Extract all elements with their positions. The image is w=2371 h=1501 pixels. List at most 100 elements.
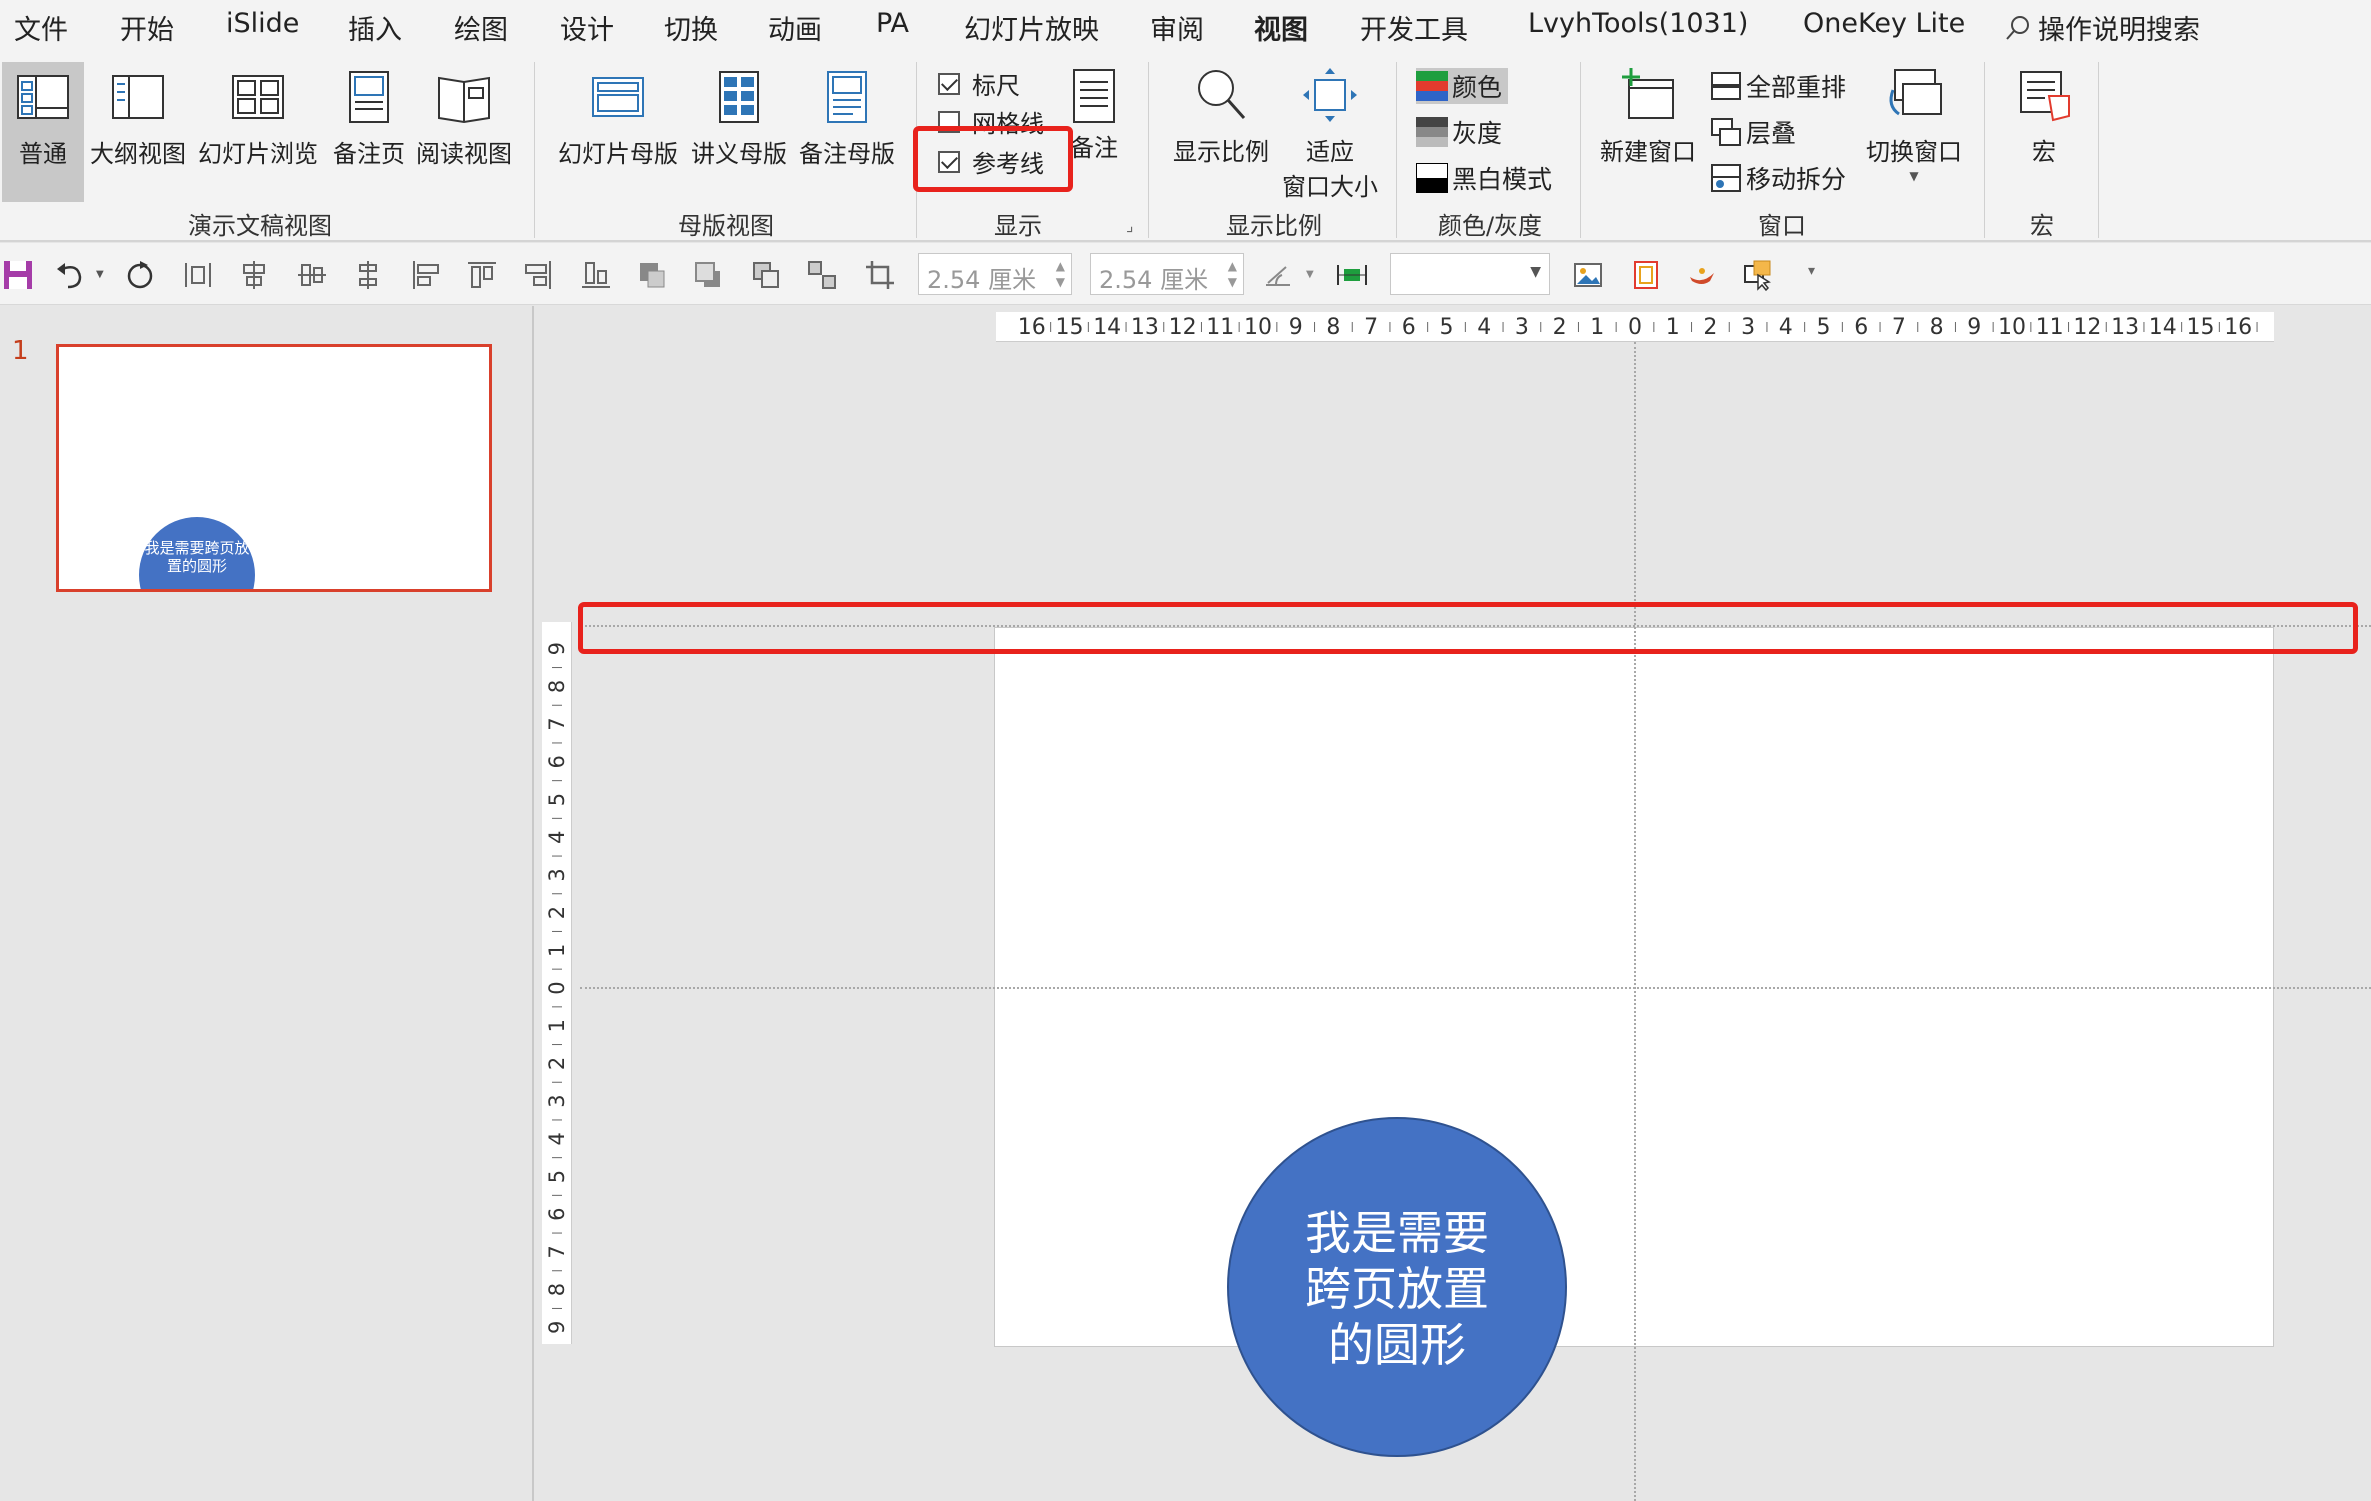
grayscale-button[interactable]: 灰度	[1416, 114, 1502, 150]
font-combo[interactable]: ▼	[1390, 253, 1550, 295]
align-bottom-icon[interactable]	[580, 259, 612, 291]
tab-transitions[interactable]: 切换	[664, 8, 718, 47]
tab-file[interactable]: 文件	[14, 8, 68, 47]
reading-view-button[interactable]: 阅读视图	[414, 68, 514, 169]
shape-outline-icon[interactable]	[1630, 259, 1662, 291]
tab-pa[interactable]: PA	[876, 8, 909, 39]
reading-view-label: 阅读视图	[416, 140, 512, 168]
reading-view-icon	[438, 76, 490, 124]
size-position-icon[interactable]	[1336, 259, 1368, 291]
notes-master-icon	[827, 71, 867, 123]
customize-toolbar-icon[interactable]: ▾	[1808, 263, 1815, 279]
new-window-label: 新建窗口	[1600, 138, 1696, 166]
tab-insert[interactable]: 插入	[348, 8, 402, 47]
ruler-tick-label: 2	[545, 906, 569, 919]
tab-draw[interactable]: 绘图	[454, 8, 508, 47]
spinner-arrows-icon[interactable]: ▲ ▼	[1228, 258, 1237, 290]
spinner-arrows-icon[interactable]: ▲ ▼	[1056, 258, 1065, 290]
zoom-label: 显示比例	[1173, 138, 1269, 166]
ruler-tick-label: 6	[545, 755, 569, 768]
dialog-launcher-icon[interactable]: ⌟	[1126, 216, 1134, 235]
normal-view-button[interactable]: 普通	[2, 62, 84, 202]
redo-icon[interactable]	[124, 259, 156, 291]
align-right-icon[interactable]	[522, 259, 554, 291]
group-label-color: 颜色/灰度	[1437, 212, 1543, 240]
distribute-horizontally-icon[interactable]	[182, 259, 214, 291]
distribute-vertically-icon[interactable]	[352, 259, 384, 291]
ruler-tick-label: 3	[545, 868, 569, 881]
tab-home[interactable]: 开始	[120, 8, 174, 47]
switch-window-button[interactable]: 切换窗口 ▼	[1862, 66, 1966, 183]
tab-animations[interactable]: 动画	[768, 8, 822, 47]
slide-sorter-label: 幻灯片浏览	[198, 140, 318, 168]
color-button[interactable]: 颜色	[1416, 68, 1509, 104]
horizontal-ruler[interactable]: 16 15 14 13 12 11 10 9 8 7 6 5 4 3 2 1 0 1 2 3 4 5 6 7 8 9 10 11 12 1…	[996, 312, 2274, 342]
ungroup-icon[interactable]	[806, 259, 838, 291]
notes-page-button[interactable]: 备注页	[326, 68, 412, 169]
tab-slideshow[interactable]: 幻灯片放映	[964, 8, 1099, 47]
ruler-tick-label: 9	[1967, 315, 1981, 340]
fit-to-window-button[interactable]: 适应 窗口大小	[1278, 66, 1382, 202]
rotate-dropdown-icon[interactable]: ▼	[1306, 269, 1314, 280]
group-label-show: 显示	[994, 212, 1042, 240]
shape-width-input[interactable]: 2.54 厘米 ▲ ▼	[1090, 253, 1244, 295]
undo-dropdown-icon[interactable]: ▼	[96, 269, 104, 280]
ruler-tick-label: 8	[545, 680, 569, 693]
outline-view-button[interactable]: 大纲视图	[88, 68, 188, 169]
save-icon[interactable]	[2, 259, 34, 291]
tab-review[interactable]: 审阅	[1150, 8, 1204, 47]
select-pane-icon[interactable]	[1742, 259, 1774, 291]
shape-height-input[interactable]: 2.54 厘米 ▲ ▼	[918, 253, 1072, 295]
fit-window-label-1: 适应	[1306, 138, 1354, 166]
picture-icon[interactable]	[1572, 259, 1604, 291]
horizontal-guide[interactable]	[580, 987, 2371, 989]
search-box[interactable]: 操作说明搜索	[2004, 8, 2200, 47]
ruler-tick-label: 2	[545, 1057, 569, 1070]
ruler-tick-label: 5	[1817, 315, 1831, 340]
notes-master-button[interactable]: 备注母版	[796, 68, 898, 169]
notes-page-icon	[349, 71, 389, 123]
tab-developer[interactable]: 开发工具	[1360, 8, 1468, 47]
handout-master-button[interactable]: 讲义母版	[688, 68, 790, 169]
vertical-ruler[interactable]: 9 8 7 6 5 4 3 2 1 0 1 2 3 4 5 6 7 8 9	[542, 622, 572, 1344]
rotate-icon[interactable]	[1262, 259, 1294, 291]
align-left-icon[interactable]	[410, 259, 442, 291]
ruler-tick-label: 12	[1169, 315, 1197, 340]
ruler-checkbox[interactable]: 标尺	[938, 66, 1020, 101]
ruler-tick-label: 7	[545, 1245, 569, 1258]
zoom-button[interactable]: 显示比例	[1168, 66, 1274, 167]
align-top-icon[interactable]	[466, 259, 498, 291]
notes-button[interactable]: 备注	[1066, 66, 1122, 163]
color-swatch-icon	[1416, 71, 1448, 101]
cascade-button[interactable]: 层叠	[1710, 114, 1796, 150]
crop-icon[interactable]	[864, 259, 896, 291]
slide-sorter-button[interactable]: 幻灯片浏览	[196, 68, 320, 169]
ruler-tick-label: 4	[1779, 315, 1793, 340]
slide-thumbnail[interactable]: 我是需要跨页放置的圆形	[56, 344, 492, 592]
macros-button[interactable]: 宏	[2004, 66, 2084, 167]
align-center-icon[interactable]	[238, 259, 270, 291]
ruler-tick-label: 5	[545, 793, 569, 806]
ruler-tick-label: 3	[545, 1094, 569, 1107]
slide-master-button[interactable]: 幻灯片母版	[554, 68, 682, 169]
tab-view[interactable]: 视图	[1254, 8, 1308, 57]
vertical-guide[interactable]	[1634, 342, 1636, 1501]
magic-lamp-icon[interactable]	[1686, 259, 1718, 291]
tab-design[interactable]: 设计	[560, 8, 614, 47]
undo-icon[interactable]	[54, 259, 86, 291]
tab-islide[interactable]: iSlide	[226, 8, 299, 39]
group-icon[interactable]	[750, 259, 782, 291]
circle-text-line-2: 跨页放置	[1305, 1262, 1489, 1316]
align-middle-icon[interactable]	[296, 259, 328, 291]
tab-lvyhtools[interactable]: LvyhTools(1031)	[1528, 8, 1748, 39]
send-backward-icon[interactable]	[692, 259, 724, 291]
black-white-button[interactable]: 黑白模式	[1416, 160, 1552, 196]
arrange-all-button[interactable]: 全部重排	[1710, 68, 1846, 104]
ruler-tick-label: 6	[1854, 315, 1868, 340]
move-split-button[interactable]: 移动拆分	[1710, 160, 1846, 196]
ruler-tick-label: 1	[1666, 315, 1680, 340]
new-window-button[interactable]: 新建窗口	[1596, 66, 1700, 167]
bring-forward-icon[interactable]	[636, 259, 668, 291]
circle-shape[interactable]: 我是需要 跨页放置 的圆形	[1227, 1117, 1567, 1457]
tab-onekey[interactable]: OneKey Lite	[1803, 8, 1965, 39]
